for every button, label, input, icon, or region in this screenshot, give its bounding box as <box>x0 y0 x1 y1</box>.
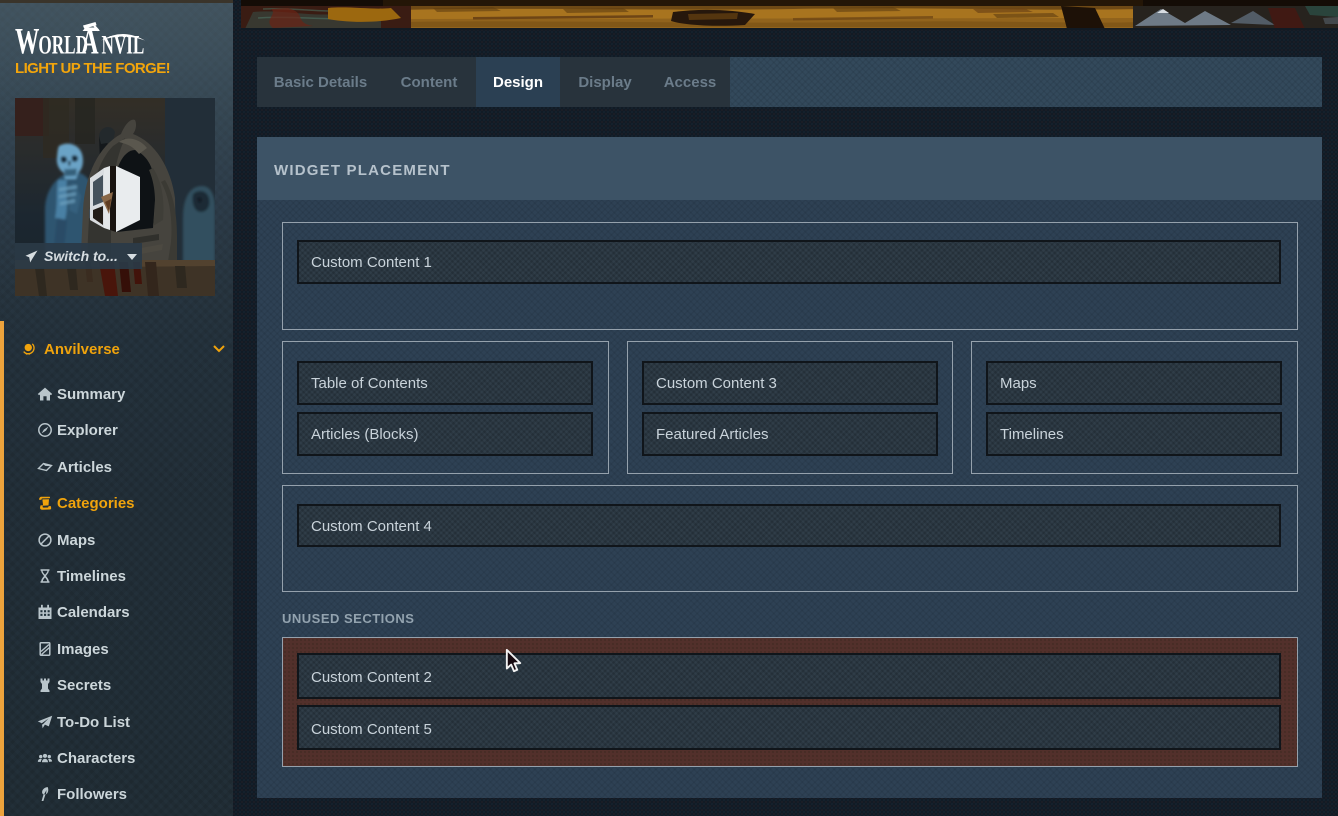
svg-text:NVIL: NVIL <box>101 30 144 56</box>
svg-text:W: W <box>15 20 39 56</box>
